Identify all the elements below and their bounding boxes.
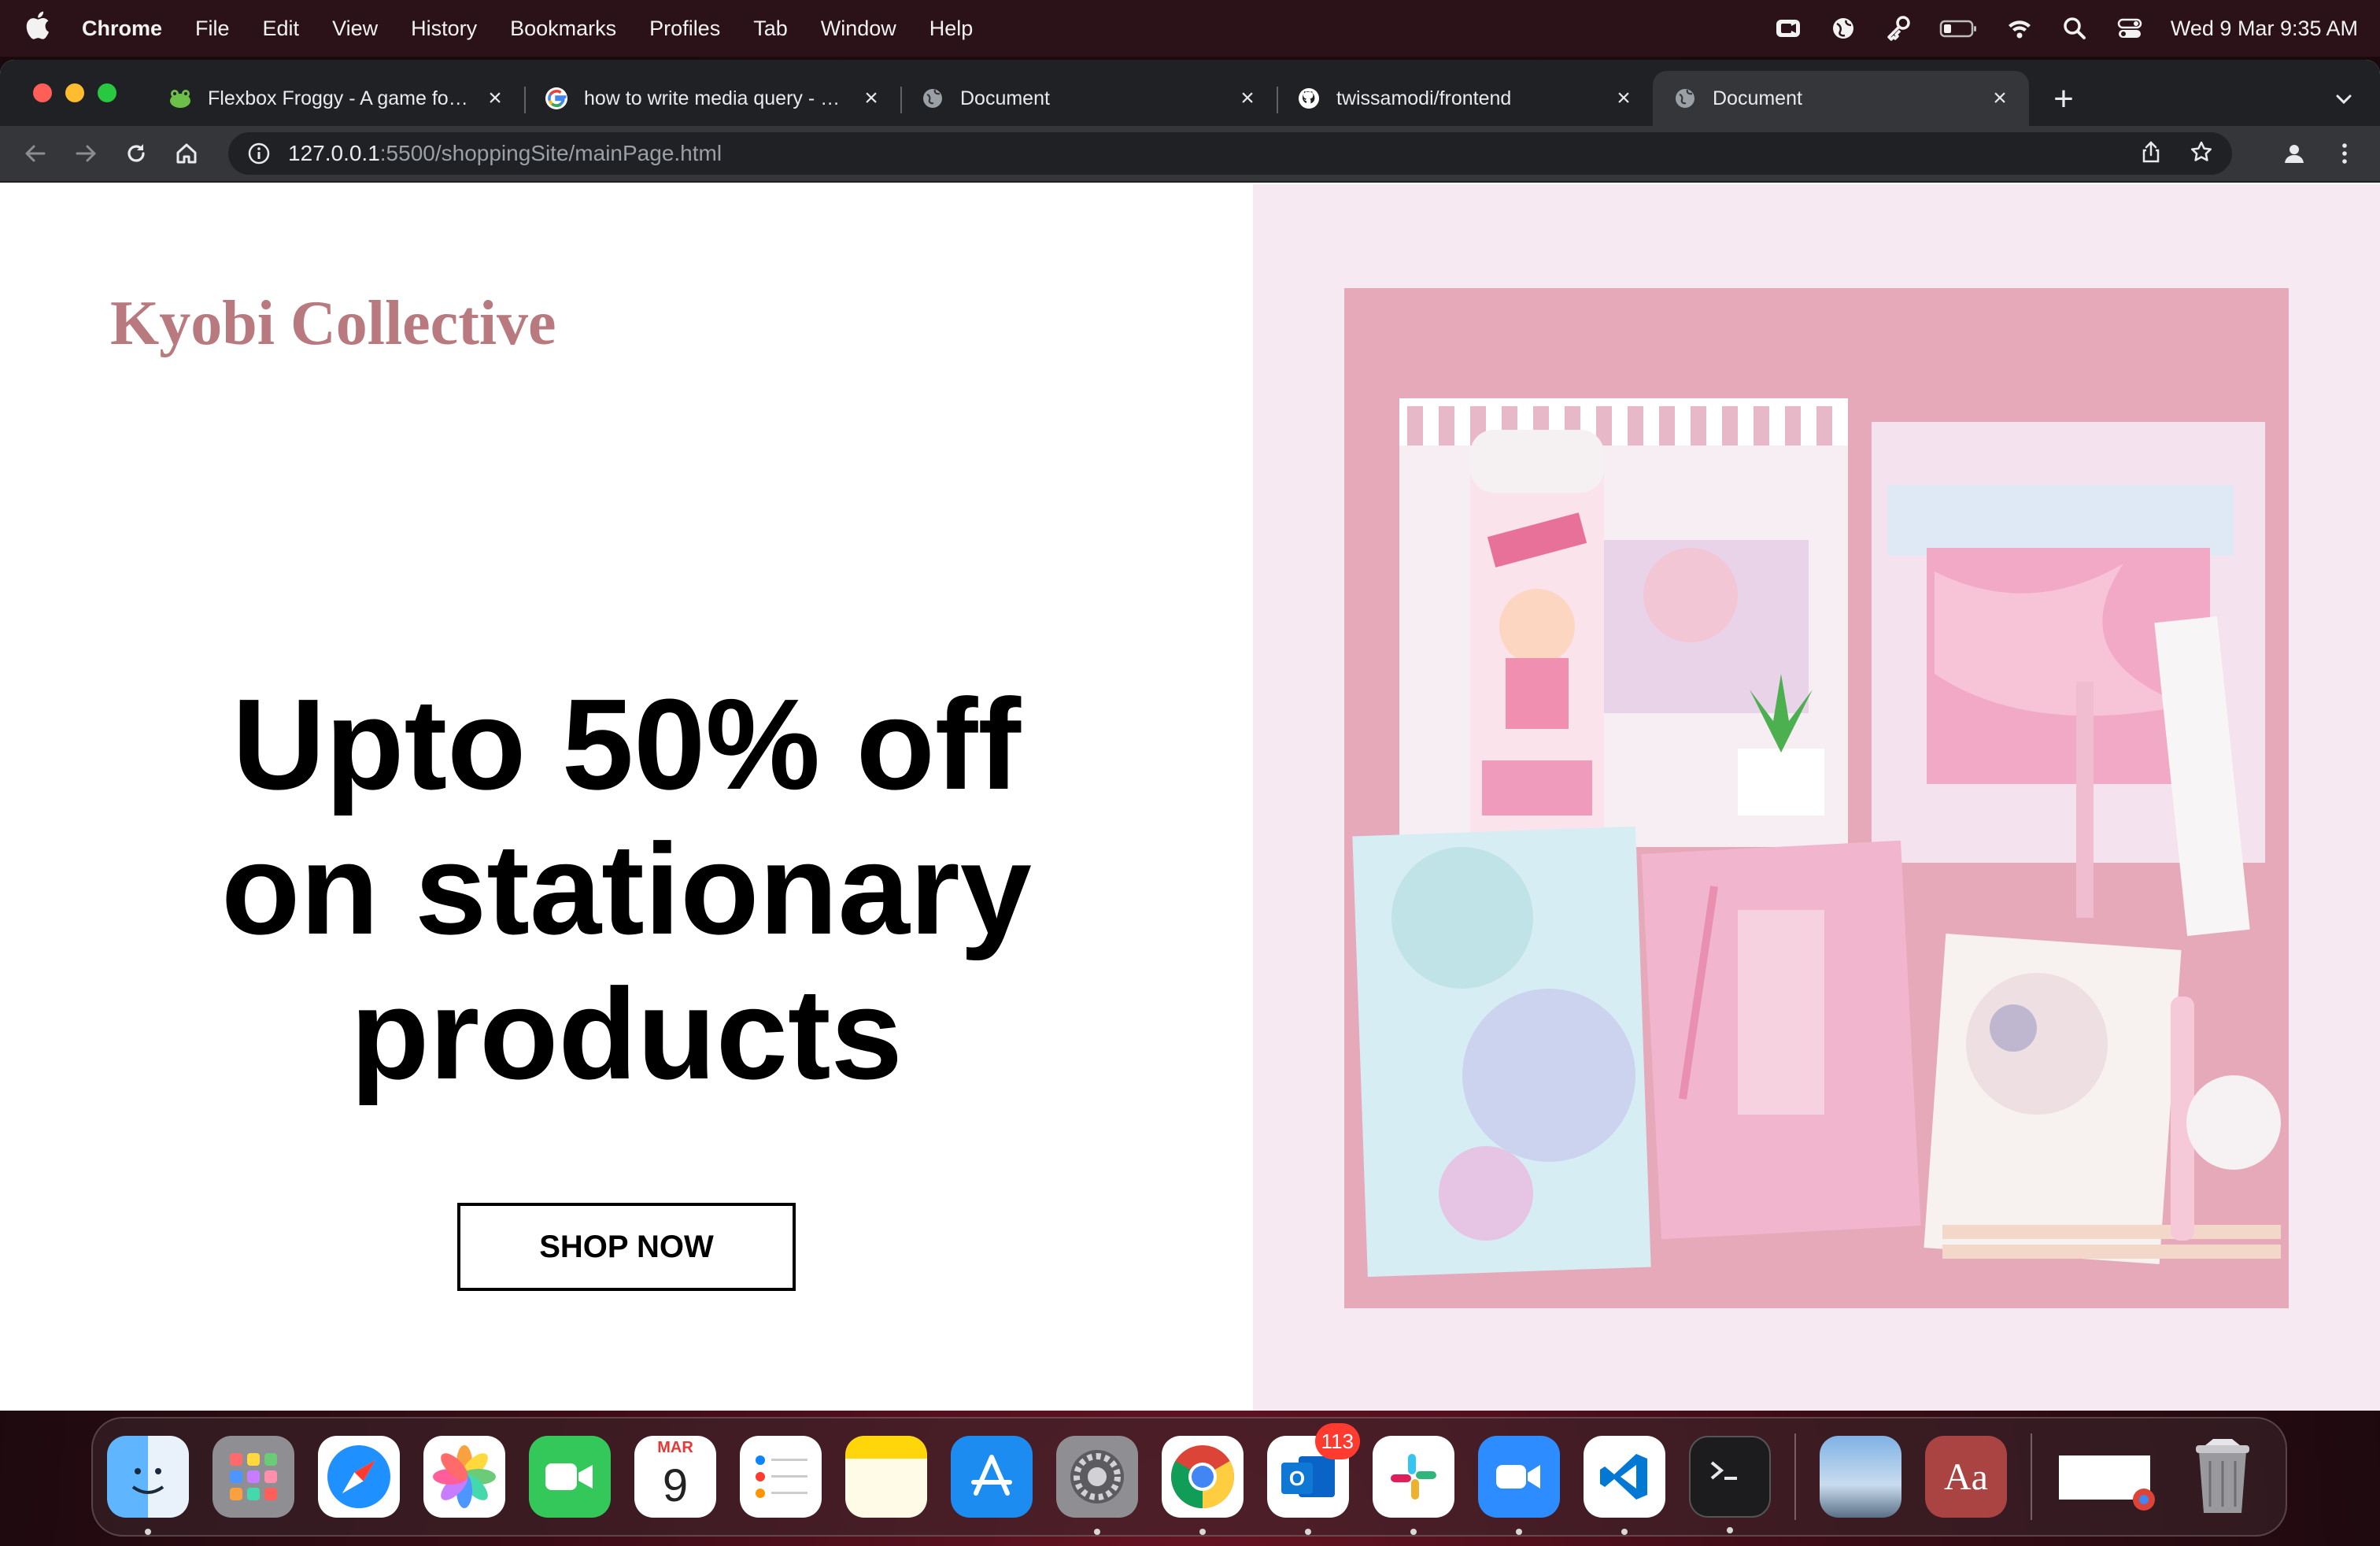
google-icon (545, 87, 568, 110)
tab-close-icon[interactable]: × (1988, 87, 2012, 110)
address-bar[interactable]: 127.0.0.1:5500/shoppingSite/mainPage.htm… (228, 132, 2232, 175)
minimized-chrome-window-thumbnail[interactable] (2056, 1436, 2158, 1518)
menu-tab[interactable]: Tab (753, 17, 788, 41)
headline-line-2: on stationary (221, 817, 1032, 961)
menu-window[interactable]: Window (821, 17, 896, 41)
more-menu-icon[interactable] (2325, 134, 2364, 173)
stationery-product-photo (1344, 288, 2289, 1308)
web-page: Kyobi Collective Upto 50% off on station… (0, 184, 2380, 1411)
browser-toolbar: 127.0.0.1:5500/shoppingSite/mainPage.htm… (0, 126, 2380, 183)
reload-icon[interactable] (116, 134, 156, 173)
control-center-icon[interactable] (2116, 14, 2144, 43)
tab-close-icon[interactable]: × (1612, 87, 1635, 110)
hero-left-panel: Kyobi Collective Upto 50% off on station… (0, 184, 1253, 1411)
url-text[interactable]: 127.0.0.1:5500/shoppingSite/mainPage.htm… (288, 141, 722, 166)
notes-icon[interactable] (845, 1436, 927, 1518)
menu-app-chrome[interactable]: Chrome (82, 17, 162, 41)
menu-help[interactable]: Help (929, 17, 974, 41)
safari-icon[interactable] (318, 1436, 400, 1518)
tab-close-icon[interactable]: × (1236, 87, 1259, 110)
tab-document[interactable]: Document × (900, 71, 1277, 126)
spotlight-search-icon[interactable] (2060, 14, 2089, 43)
outlook-unread-badge: 113 (1314, 1423, 1360, 1459)
tab-title: Document (960, 87, 1050, 109)
tab-title: Flexbox Froggy - A game for learning CSS… (208, 87, 472, 109)
tab-flexbox-froggy[interactable]: Flexbox Froggy - A game for learning CSS… (148, 71, 524, 126)
tab-close-icon[interactable]: × (483, 87, 507, 110)
preview-icon[interactable] (1820, 1436, 1901, 1518)
window-minimize-button[interactable] (65, 83, 84, 102)
dock-separator (2031, 1433, 2032, 1520)
wifi-icon[interactable] (2005, 14, 2034, 43)
url-path: :5500/shoppingSite/mainPage.html (379, 141, 722, 165)
headline-line-3: products (350, 962, 903, 1106)
zoom-icon[interactable] (1478, 1436, 1560, 1535)
brand-logo-text[interactable]: Kyobi Collective (110, 288, 556, 360)
calendar-day: 9 (662, 1460, 689, 1511)
svg-text:O: O (1289, 1466, 1305, 1490)
dictionary-icon[interactable]: Aa (1925, 1436, 2007, 1518)
apple-menu-icon[interactable] (22, 11, 54, 46)
shop-now-button[interactable]: SHOP NOW (457, 1203, 796, 1291)
macos-dock: MAR 9 O 113 Aa (91, 1417, 2287, 1537)
dock-separator (1794, 1433, 1796, 1520)
back-arrow-icon[interactable] (16, 134, 55, 173)
trash-icon[interactable] (2182, 1436, 2264, 1518)
globe-icon (921, 87, 944, 110)
tab-strip: Flexbox Froggy - A game for learning CSS… (0, 60, 2380, 126)
key-icon[interactable] (1884, 14, 1913, 43)
headline-line-1: Upto 50% off (231, 672, 1022, 816)
menu-edit[interactable]: Edit (263, 17, 300, 41)
vpn-globe-icon[interactable] (1829, 14, 1857, 43)
facetime-icon[interactable] (529, 1436, 611, 1518)
tab-title: Document (1713, 87, 1802, 109)
tab-github[interactable]: twissamodi/frontend × (1277, 71, 1653, 126)
promo-headline: Upto 50% off on stationary products (0, 672, 1253, 1107)
home-icon[interactable] (167, 134, 206, 173)
tab-search-chevron-down-icon[interactable] (2328, 83, 2360, 115)
github-icon (1297, 87, 1321, 110)
url-host: 127.0.0.1 (288, 141, 380, 165)
frog-icon (168, 87, 192, 110)
new-tab-plus-icon[interactable]: + (2042, 77, 2086, 121)
app-store-icon[interactable] (951, 1436, 1033, 1518)
window-zoom-button[interactable] (98, 83, 116, 102)
hero-right-panel (1253, 184, 2380, 1411)
tab-title: twissamodi/frontend (1336, 87, 1512, 109)
bookmark-star-icon[interactable] (2190, 140, 2213, 168)
window-controls (33, 83, 116, 102)
terminal-icon[interactable] (1689, 1436, 1771, 1533)
photos-icon[interactable] (423, 1436, 505, 1518)
chrome-icon[interactable] (1162, 1436, 1244, 1535)
battery-icon[interactable] (1939, 14, 1979, 43)
vscode-icon[interactable] (1584, 1436, 1665, 1535)
tab-title: how to write media query - Google Search (584, 87, 848, 109)
menu-profiles[interactable]: Profiles (649, 17, 720, 41)
forward-arrow-icon[interactable] (66, 134, 105, 173)
chrome-window: Flexbox Froggy - A game for learning CSS… (0, 60, 2380, 1411)
menu-bookmarks[interactable]: Bookmarks (510, 17, 616, 41)
menu-history[interactable]: History (411, 17, 477, 41)
globe-icon (1673, 87, 1697, 110)
macos-menu-bar: Chrome File Edit View History Bookmarks … (0, 0, 2380, 57)
system-preferences-gear-icon[interactable] (1056, 1436, 1138, 1535)
reminders-icon[interactable] (740, 1436, 822, 1518)
profile-avatar-icon[interactable] (2275, 134, 2314, 173)
camera-status-icon[interactable] (1774, 14, 1802, 43)
slack-icon[interactable] (1373, 1436, 1454, 1535)
menu-bar-clock[interactable]: Wed 9 Mar 9:35 AM (2171, 17, 2358, 41)
tab-close-icon[interactable]: × (859, 87, 883, 110)
tab-document-active[interactable]: Document × (1653, 71, 2029, 126)
calendar-month: MAR (657, 1439, 693, 1456)
site-info-icon[interactable] (247, 142, 271, 165)
window-close-button[interactable] (33, 83, 52, 102)
menu-view[interactable]: View (332, 17, 378, 41)
finder-icon[interactable] (107, 1436, 189, 1535)
menu-file[interactable]: File (195, 17, 230, 41)
share-icon[interactable] (2139, 140, 2163, 168)
launchpad-icon[interactable] (213, 1436, 294, 1518)
calendar-icon[interactable]: MAR 9 (634, 1436, 716, 1518)
outlook-icon[interactable]: O 113 (1267, 1423, 1360, 1535)
tab-google-search[interactable]: how to write media query - Google Search… (524, 71, 900, 126)
